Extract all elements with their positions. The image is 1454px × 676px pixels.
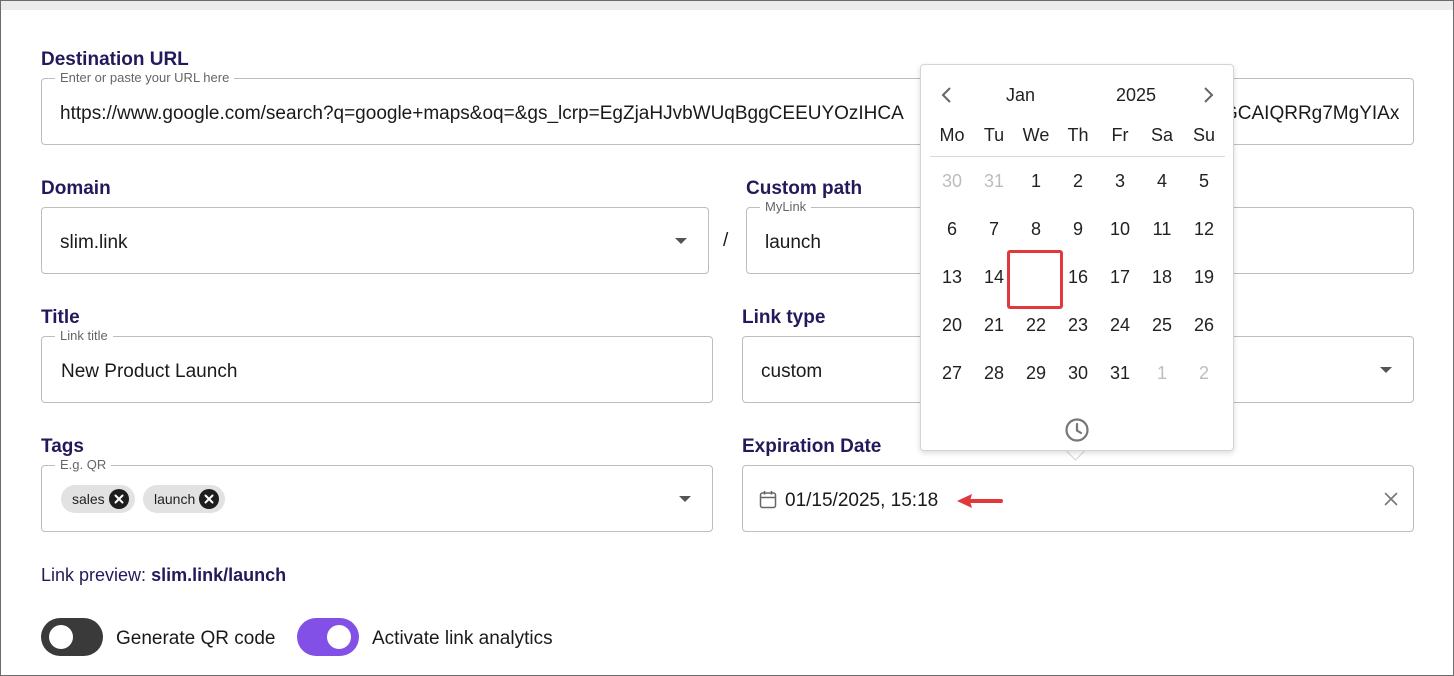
title-legend: Link title (55, 329, 113, 343)
weekday-header: Mo Tu We Th Fr Sa Su (931, 125, 1225, 153)
calendar-day[interactable]: 11 (1141, 209, 1183, 249)
calendar-divider (930, 156, 1225, 157)
tag-chip-launch[interactable]: launch (143, 485, 226, 513)
domain-select[interactable]: slim.link (41, 207, 709, 274)
calendar-day[interactable]: 30 (931, 161, 973, 201)
weekday-label: Mo (939, 125, 965, 145)
calendar-day[interactable]: 21 (973, 305, 1015, 345)
calendar-day[interactable]: 2 (1183, 353, 1225, 393)
tag-chip-label: launch (154, 491, 196, 507)
link-type-label: Link type (742, 307, 826, 328)
calendar-day[interactable]: 4 (1141, 161, 1183, 201)
selected-day-highlight (1007, 250, 1063, 309)
domain-label: Domain (41, 178, 111, 199)
destination-url-label: Destination URL (41, 49, 189, 70)
weekday-label: We (1022, 125, 1050, 145)
calendar-day[interactable]: 10 (1099, 209, 1141, 249)
calendar-day[interactable]: 30 (1057, 353, 1099, 393)
calendar-day[interactable]: 20 (931, 305, 973, 345)
tag-chip-sales[interactable]: sales (61, 485, 135, 513)
calendar-day[interactable]: 13 (931, 257, 973, 297)
qr-code-toggle-label: Generate QR code (116, 628, 276, 649)
destination-url-value: https://www.google.com/search?q=google+m… (60, 103, 904, 124)
expiration-date-value: 01/15/2025, 15:18 (785, 490, 939, 511)
calendar-day[interactable]: 17 (1099, 257, 1141, 297)
chevron-left-icon[interactable] (937, 85, 957, 105)
calendar-day[interactable]: 27 (931, 353, 973, 393)
calendar-day[interactable]: 25 (1141, 305, 1183, 345)
caret-down-icon (1380, 367, 1392, 373)
custom-path-legend: MyLink (760, 200, 812, 214)
calendar-day[interactable]: 28 (973, 353, 1015, 393)
calendar-day[interactable]: 2 (1057, 161, 1099, 201)
toggle-knob (49, 625, 73, 649)
calendar-day[interactable]: 12 (1183, 209, 1225, 249)
tag-chip-label: sales (72, 491, 105, 507)
destination-url-legend: Enter or paste your URL here (55, 71, 235, 85)
destination-url-value-tail: GCAIQRRg7MgYIAx (1223, 103, 1400, 124)
toggle-knob (327, 625, 351, 649)
calendar-day[interactable]: 24 (1099, 305, 1141, 345)
analytics-toggle[interactable] (297, 618, 359, 656)
calendar-day[interactable]: 31 (973, 161, 1015, 201)
expiration-date-label: Expiration Date (742, 436, 882, 457)
link-preview: Link preview: slim.link/launch (41, 565, 286, 586)
calendar-day[interactable]: 22 (1015, 305, 1057, 345)
date-picker-popup: Jan 2025 Mo Tu We Th Fr Sa Su 30 31 1 2 3 4 5 6 7 8 9 10 1… (920, 64, 1234, 451)
tags-label: Tags (41, 436, 84, 457)
calendar-day[interactable]: 26 (1183, 305, 1225, 345)
weekday-label: Sa (1150, 125, 1174, 145)
calendar-day[interactable]: 6 (931, 209, 973, 249)
calendar-day[interactable]: 31 (1099, 353, 1141, 393)
title-field[interactable]: Link title New Product Launch (41, 329, 713, 403)
top-edge (1, 1, 1453, 10)
domain-value: slim.link (60, 232, 128, 253)
chevron-right-icon[interactable] (1198, 85, 1218, 105)
calendar-day[interactable]: 19 (1183, 257, 1225, 297)
calendar-icon (759, 490, 777, 514)
calendar-year[interactable]: 2025 (1116, 85, 1156, 106)
expiration-date-field[interactable]: 01/15/2025, 15:18 (742, 465, 1414, 532)
weekday-label: Tu (983, 125, 1005, 145)
title-label: Title (41, 307, 80, 328)
cancel-circle-icon[interactable] (108, 489, 129, 509)
link-preview-label: Link preview: (41, 565, 147, 585)
calendar-month[interactable]: Jan (1006, 85, 1035, 106)
clock-icon[interactable] (1064, 417, 1090, 448)
caret-down-icon (675, 238, 687, 244)
link-type-value: custom (761, 361, 823, 382)
calendar-day[interactable]: 8 (1015, 209, 1057, 249)
path-separator: / (723, 230, 729, 251)
calendar-day[interactable]: 18 (1141, 257, 1183, 297)
link-preview-value[interactable]: slim.link/launch (151, 565, 286, 585)
weekday-label: Su (1192, 125, 1216, 145)
calendar-day[interactable]: 23 (1057, 305, 1099, 345)
custom-path-label: Custom path (746, 178, 863, 199)
calendar-day[interactable]: 1 (1015, 161, 1057, 201)
close-icon[interactable] (1384, 492, 1398, 511)
weekday-label: Th (1067, 125, 1089, 145)
calendar-day[interactable]: 16 (1057, 257, 1099, 297)
calendar-day[interactable]: 3 (1099, 161, 1141, 201)
tags-field[interactable]: E.g. QR sales launch (41, 458, 713, 532)
analytics-toggle-label: Activate link analytics (372, 628, 553, 649)
custom-path-value: launch (765, 232, 821, 253)
tags-legend: E.g. QR (55, 458, 112, 472)
title-value: New Product Launch (61, 361, 238, 382)
qr-code-toggle[interactable] (41, 618, 103, 656)
calendar-day[interactable]: 5 (1183, 161, 1225, 201)
cancel-circle-icon[interactable] (199, 489, 220, 509)
annotation-arrow (955, 492, 1003, 515)
calendar-day[interactable]: 9 (1057, 209, 1099, 249)
calendar-day[interactable]: 7 (973, 209, 1015, 249)
calendar-day[interactable]: 1 (1141, 353, 1183, 393)
weekday-label: Fr (1111, 125, 1129, 145)
caret-down-icon[interactable] (679, 496, 691, 502)
calendar-day[interactable]: 29 (1015, 353, 1057, 393)
